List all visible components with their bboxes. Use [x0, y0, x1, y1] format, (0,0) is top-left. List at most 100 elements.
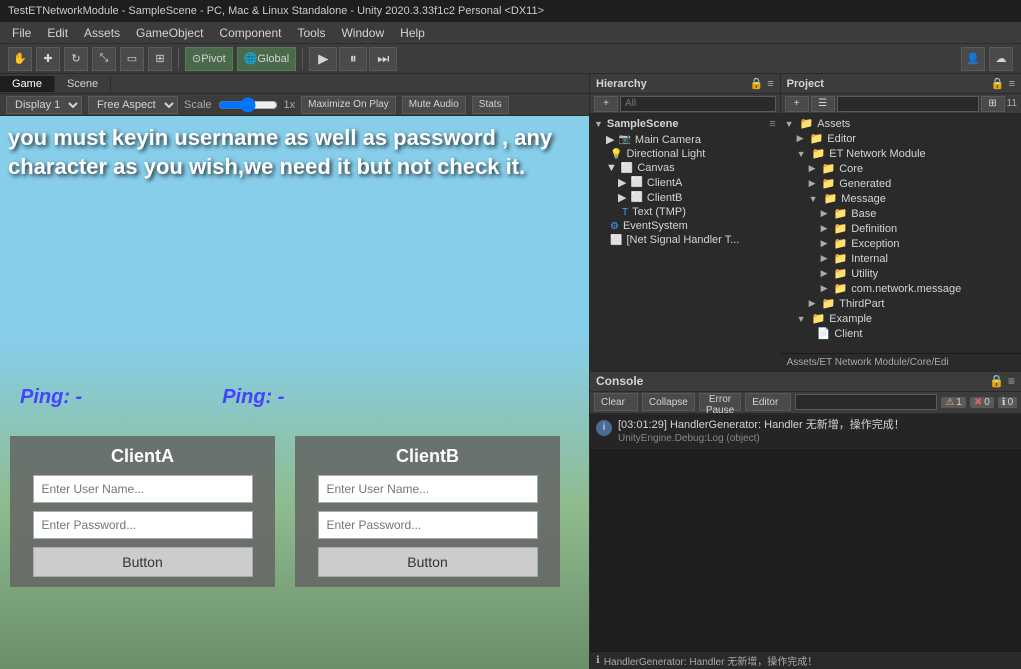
thirdpart-folder-icon: 📁: [822, 297, 836, 310]
hierarchy-client-a[interactable]: ▶ ⬜ ClientA: [590, 175, 780, 190]
clear-button[interactable]: Clear: [594, 393, 638, 411]
titlebar-text: TestETNetworkModule - SampleScene - PC, …: [8, 5, 1013, 17]
client-b-button[interactable]: Button: [318, 547, 538, 577]
project-base[interactable]: ▶ 📁 Base: [817, 206, 1021, 221]
game-instruction-text: you must keyin username as well as passw…: [8, 124, 578, 181]
editor-button[interactable]: Editor: [745, 393, 791, 411]
maximize-button[interactable]: Maximize On Play: [301, 96, 396, 114]
camera-icon: 📷: [618, 134, 630, 145]
move-tool[interactable]: ✚: [36, 47, 60, 71]
hand-tool[interactable]: ✋: [8, 47, 32, 71]
client-a-button[interactable]: Button: [33, 547, 253, 577]
stats-button[interactable]: Stats: [472, 96, 509, 114]
project-exception[interactable]: ▶ 📁 Exception: [817, 236, 1021, 251]
account-button[interactable]: 👤: [961, 47, 985, 71]
display-select[interactable]: Display 1: [6, 96, 82, 114]
console-message: [03:01:29] HandlerGenerator: Handler 无新增…: [618, 418, 905, 433]
project-assets[interactable]: ▼ 📁 Assets: [781, 116, 1021, 131]
cloud-button[interactable]: ☁: [989, 47, 1013, 71]
hierarchy-menu-icon[interactable]: ≡: [767, 78, 773, 90]
statusbar-text: HandlerGenerator: Handler 无新增，操作完成！: [604, 653, 817, 668]
info-count: 0: [1008, 397, 1014, 408]
project-list: ▼ 📁 Assets ▶ 📁 Editor ▼ 📁 ET Network Mod…: [781, 114, 1021, 353]
hierarchy-client-b[interactable]: ▶ ⬜ ClientB: [590, 190, 780, 205]
project-thirdpart[interactable]: ▶ 📁 ThirdPart: [805, 296, 1021, 311]
pause-button[interactable]: ⏸: [339, 47, 367, 71]
hierarchy-net-signal[interactable]: ⬜ [Net Signal Handler T...: [590, 233, 780, 247]
global-button[interactable]: 🌐 Global: [237, 47, 297, 71]
menu-file[interactable]: File: [4, 24, 39, 42]
console-title: Console: [596, 374, 989, 388]
play-button[interactable]: ▶: [309, 47, 337, 71]
client-b-username[interactable]: [318, 475, 538, 503]
console-entry-0[interactable]: i [03:01:29] HandlerGenerator: Handler 无…: [590, 414, 1021, 449]
console-search[interactable]: [795, 394, 937, 410]
project-search[interactable]: [837, 96, 979, 112]
rotate-tool[interactable]: ↻: [64, 47, 88, 71]
editor-folder-icon: 📁: [810, 132, 824, 145]
project-header: Project 🔒 ≡: [781, 74, 1021, 94]
client-b-password[interactable]: [318, 511, 538, 539]
menu-assets[interactable]: Assets: [76, 24, 128, 42]
project-internal[interactable]: ▶ 📁 Internal: [817, 251, 1021, 266]
light-icon: 💡: [610, 149, 622, 160]
hierarchy-scene[interactable]: ▼ SampleScene ≡: [590, 116, 780, 132]
client-a-username[interactable]: [33, 475, 253, 503]
menu-tools[interactable]: Tools: [289, 24, 333, 42]
client-a-password[interactable]: [33, 511, 253, 539]
rect-tool[interactable]: ▭: [120, 47, 144, 71]
hierarchy-list: ▼ SampleScene ≡ ▶ 📷 Main Camera 💡 Direct…: [590, 114, 780, 371]
client-a-title: ClientA: [111, 446, 174, 467]
project-editor[interactable]: ▶ 📁 Editor: [793, 131, 1021, 146]
definition-folder-icon: 📁: [834, 222, 848, 235]
menu-help[interactable]: Help: [392, 24, 433, 42]
hierarchy-main-camera[interactable]: ▶ 📷 Main Camera: [590, 132, 780, 147]
menu-edit[interactable]: Edit: [39, 24, 76, 42]
pivot-button[interactable]: ⊙ Pivot: [185, 47, 233, 71]
hierarchy-eventsystem[interactable]: ⚙ EventSystem: [590, 219, 780, 233]
step-button[interactable]: ⏭: [369, 47, 397, 71]
hierarchy-search[interactable]: [620, 96, 776, 112]
project-view-button[interactable]: ⊞: [981, 96, 1005, 112]
game-view: you must keyin username as well as passw…: [0, 116, 589, 669]
menu-component[interactable]: Component: [211, 24, 289, 42]
game-tab[interactable]: Game: [0, 76, 55, 92]
project-utility[interactable]: ▶ 📁 Utility: [817, 266, 1021, 281]
scene-menu-icon[interactable]: ≡: [769, 118, 775, 130]
collapse-button[interactable]: Collapse: [642, 393, 695, 411]
scale-tool[interactable]: ⤡: [92, 47, 116, 71]
project-add-button[interactable]: +: [785, 96, 809, 112]
core-arrow: ▶: [809, 163, 816, 174]
menu-gameobject[interactable]: GameObject: [128, 24, 211, 42]
project-generated[interactable]: ▶ 📁 Generated: [805, 176, 1021, 191]
error-icon: ✖: [974, 397, 982, 408]
aspect-select[interactable]: Free Aspect: [88, 96, 178, 114]
hierarchy-add-button[interactable]: +: [594, 96, 618, 112]
message-label: Message: [841, 193, 886, 205]
project-core[interactable]: ▶ 📁 Core: [805, 161, 1021, 176]
scale-slider[interactable]: [218, 99, 278, 111]
project-definition[interactable]: ▶ 📁 Definition: [817, 221, 1021, 236]
mute-button[interactable]: Mute Audio: [402, 96, 466, 114]
project-message[interactable]: ▼ 📁 Message: [805, 191, 1021, 206]
utility-label: Utility: [851, 268, 878, 280]
project-example[interactable]: ▼ 📁 Example: [793, 311, 1021, 326]
console-menu-icon[interactable]: ≡: [1008, 374, 1015, 388]
game-background: you must keyin username as well as passw…: [0, 116, 589, 669]
transform-tool[interactable]: ⊞: [148, 47, 172, 71]
project-et-network-module[interactable]: ▼ 📁 ET Network Module: [793, 146, 1021, 161]
project-client-file[interactable]: 📄 Client: [805, 326, 1021, 341]
hierarchy-text[interactable]: T Text (TMP): [590, 205, 780, 219]
com-folder-icon: 📁: [834, 282, 848, 295]
hierarchy-toolbar: +: [590, 94, 780, 114]
hierarchy-canvas[interactable]: ▼ ⬜ Canvas: [590, 161, 780, 175]
project-com-network-message[interactable]: ▶ 📁 com.network.message: [817, 281, 1021, 296]
menu-window[interactable]: Window: [333, 24, 392, 42]
error-pause-button[interactable]: Error Pause: [699, 393, 741, 411]
project-filter-button[interactable]: ☰: [811, 96, 835, 112]
console-body: i [03:01:29] HandlerGenerator: Handler 无…: [590, 414, 1021, 652]
project-menu-icon[interactable]: ≡: [1009, 78, 1015, 90]
play-controls: ▶ ⏸ ⏭: [309, 47, 397, 71]
hierarchy-directional-light[interactable]: 💡 Directional Light: [590, 147, 780, 161]
scene-tab[interactable]: Scene: [55, 76, 111, 92]
